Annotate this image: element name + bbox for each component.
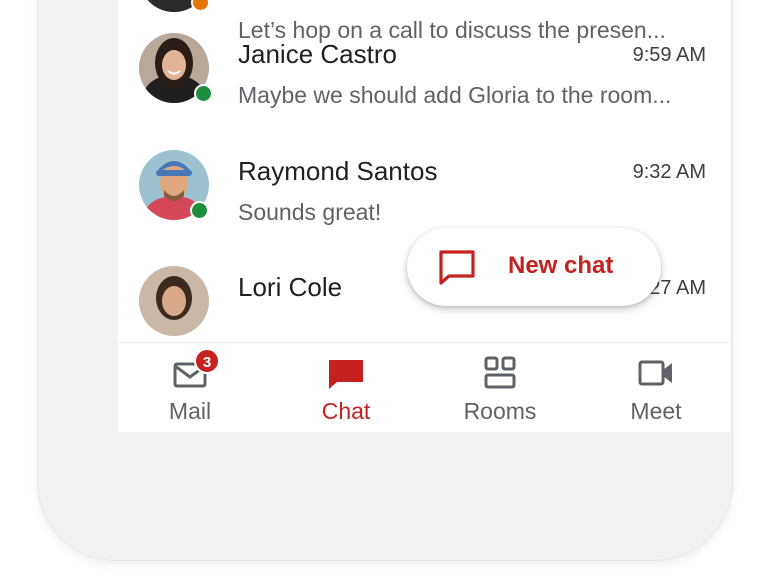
bottom-navigation: 3 Mail Chat Rooms Meet: [118, 342, 730, 432]
new-chat-button[interactable]: New chat: [407, 228, 661, 306]
presence-away-indicator: [191, 0, 210, 12]
chat-screen: Let’s hop on a call to discuss the prese…: [118, 0, 730, 432]
user-avatar: [139, 266, 209, 336]
nav-label: Meet: [630, 398, 682, 424]
presence-online-indicator: [190, 201, 209, 220]
rooms-icon: [484, 356, 516, 389]
new-chat-label: New chat: [508, 252, 614, 279]
video-camera-icon: [638, 360, 672, 386]
nav-item-mail[interactable]: 3 Mail: [118, 343, 265, 432]
nav-label: Rooms: [463, 398, 537, 424]
message-time: 9:32 AM: [632, 161, 706, 183]
nav-item-chat[interactable]: Chat: [271, 343, 421, 432]
nav-item-rooms[interactable]: Rooms: [425, 343, 575, 432]
conversation-row[interactable]: Janice Castro 9:59 AM Maybe we should ad…: [118, 33, 730, 151]
nav-label: Mail: [168, 398, 212, 424]
nav-item-meet[interactable]: Meet: [581, 343, 730, 432]
chat-icon: [329, 360, 363, 389]
contact-name: Raymond Santos: [238, 156, 438, 186]
message-time: 9:59 AM: [632, 44, 706, 66]
conversation-preview: Maybe we should add Gloria to the room..…: [238, 82, 672, 108]
conversation-preview: Sounds great!: [238, 199, 382, 225]
chat-bubble-outline-icon: [439, 250, 475, 285]
unread-count-badge: 3: [194, 348, 220, 374]
presence-online-indicator: [194, 84, 213, 103]
contact-name: Lori Cole: [238, 272, 343, 302]
nav-label: Chat: [321, 398, 371, 424]
contact-name: Janice Castro: [238, 39, 397, 69]
